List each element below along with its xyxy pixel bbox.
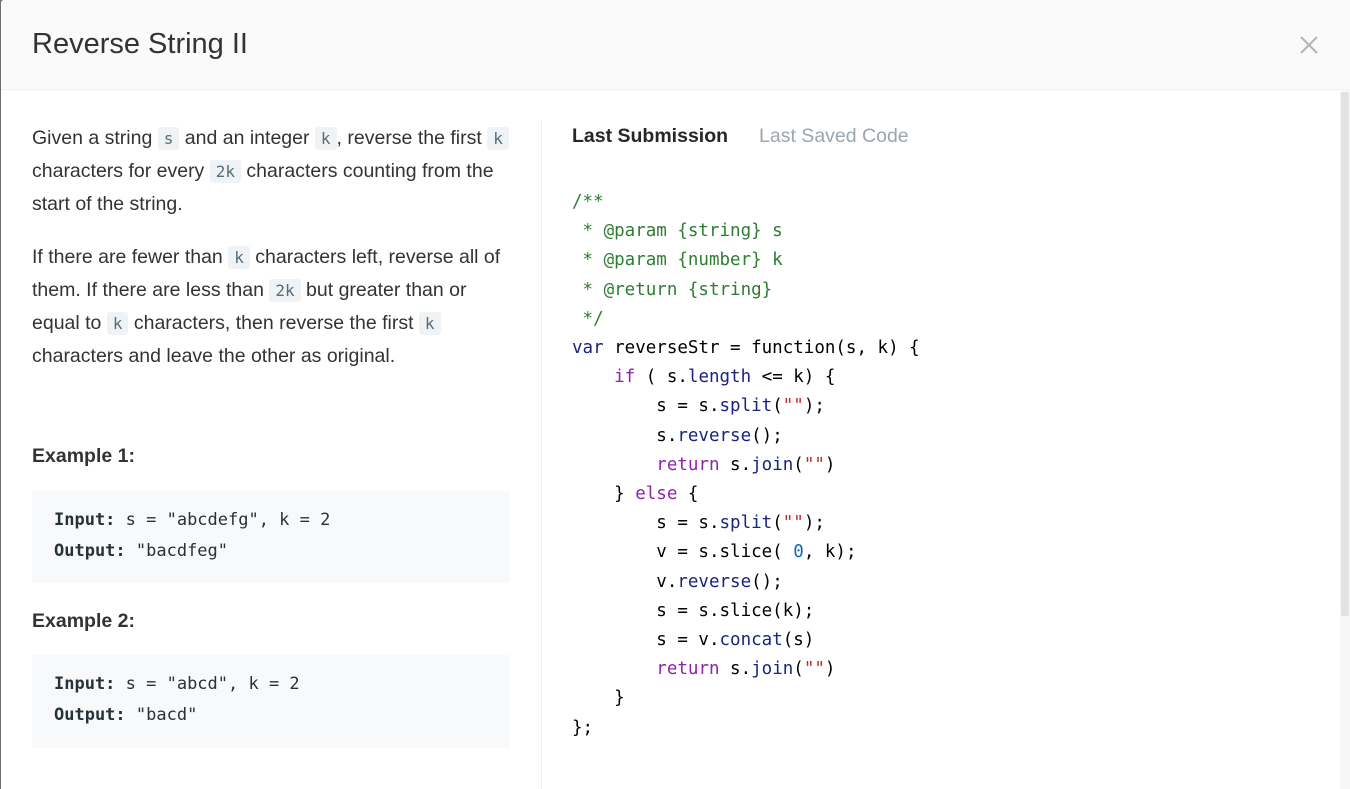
inline-code: k (418, 312, 441, 335)
close-button[interactable] (1294, 30, 1324, 60)
inline-code: 2k (269, 279, 301, 302)
tab-last-saved-code[interactable]: Last Saved Code (759, 122, 909, 150)
output-value: "bacdfeg" (125, 541, 229, 561)
input-label: Input: (54, 674, 116, 694)
example-1-title: Example 1: (32, 445, 135, 467)
pane-divider (541, 120, 542, 789)
inline-code: k (314, 127, 337, 150)
inline-code: s (157, 127, 180, 150)
input-value: s = "abcd", k = 2 (115, 674, 300, 694)
problem-modal: Reverse String II Given a string s and a… (1, 0, 1350, 789)
inline-code: k (487, 127, 509, 150)
example-2-title: Example 2: (32, 610, 135, 632)
modal-body: Given a string s and an integer k, rever… (1, 90, 1350, 789)
scrollbar-thumb[interactable] (1341, 92, 1349, 616)
code-block: /** * @param {string} s * @param {number… (572, 192, 920, 738)
code-pane: Last Submission Last Saved Code /** * @p… (572, 122, 920, 743)
input-label: Input: (54, 510, 116, 530)
scrollbar[interactable] (1340, 90, 1350, 789)
tab-last-submission[interactable]: Last Submission (572, 122, 728, 150)
modal-title: Reverse String II (32, 28, 248, 60)
description-paragraph-2: If there are fewer than k characters lef… (32, 246, 501, 367)
output-value: "bacd" (125, 705, 198, 725)
code-tabs: Last Submission Last Saved Code (572, 122, 920, 150)
close-icon (1300, 36, 1318, 54)
problem-description: Given a string s and an integer k, rever… (32, 122, 512, 748)
modal-header: Reverse String II (1, 0, 1350, 90)
input-value: s = "abcdefg", k = 2 (115, 510, 331, 530)
example-1-box: Input: s = "abcdefg", k = 2 Output: "bac… (32, 491, 510, 583)
description-paragraph-1: Given a string s and an integer k, rever… (32, 122, 512, 220)
inline-code: 2k (209, 160, 241, 183)
output-label: Output: (54, 541, 126, 561)
inline-code: k (228, 246, 250, 269)
example-2-box: Input: s = "abcd", k = 2 Output: "bacd" (32, 655, 510, 748)
inline-code: k (106, 312, 129, 335)
output-label: Output: (54, 705, 126, 725)
